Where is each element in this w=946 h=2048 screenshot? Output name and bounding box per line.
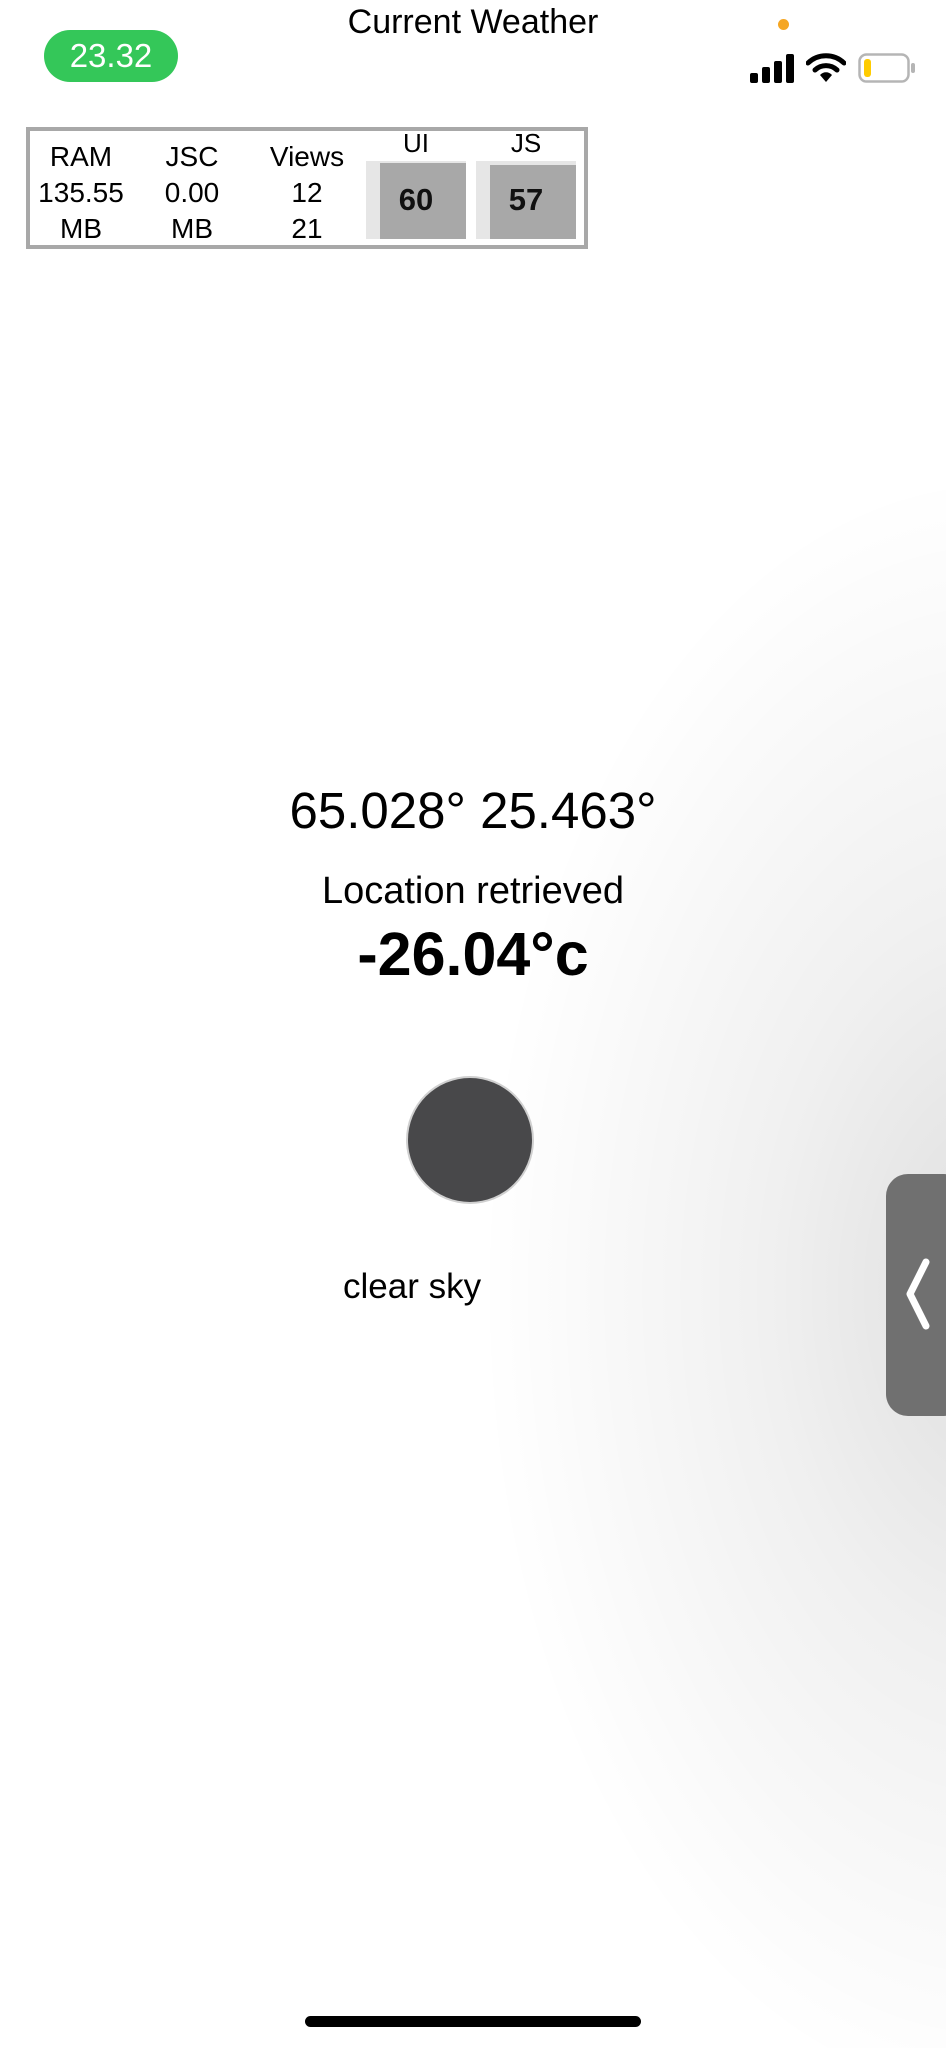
weather-icon xyxy=(408,1078,532,1202)
performance-monitor: RAM 135.55 MB JSC 0.00 MB Views 12 21 UI… xyxy=(26,127,588,249)
cellular-signal-icon xyxy=(750,53,794,83)
home-indicator[interactable] xyxy=(305,2016,641,2027)
perf-js-label: JS xyxy=(510,128,542,158)
perf-views-label: Views xyxy=(269,141,345,172)
perf-jsc-unit: MB xyxy=(171,213,213,244)
perf-js-fps-value: 57 xyxy=(508,182,544,217)
location-coordinates: 65.028° 25.463° xyxy=(289,782,657,839)
perf-js-fps-graph: 57 xyxy=(476,161,576,239)
perf-jsc: JSC 0.00 MB xyxy=(142,139,242,247)
wifi-icon xyxy=(806,53,846,82)
page-title: Current Weather xyxy=(347,3,599,41)
temperature-value: -26.04°c xyxy=(357,920,589,988)
perf-jsc-label: JSC xyxy=(165,141,219,172)
background-shade xyxy=(0,0,946,2048)
battery-low-icon xyxy=(858,53,915,83)
perf-views-value: 12 xyxy=(291,177,323,208)
perf-ram-unit: MB xyxy=(60,213,102,244)
perf-ui-fps-value: 60 xyxy=(398,182,434,217)
perf-jsc-value: 0.00 xyxy=(164,177,220,208)
weather-description: clear sky xyxy=(343,1267,482,1306)
perf-ui-label: UI xyxy=(403,128,429,158)
perf-views-value2: 21 xyxy=(291,213,323,244)
perf-ram-label: RAM xyxy=(49,141,113,172)
privacy-indicator-dot xyxy=(778,19,789,30)
perf-ui-fps-graph: 60 xyxy=(366,161,466,239)
perf-ram: RAM 135.55 MB xyxy=(30,139,132,247)
location-status: Location retrieved xyxy=(321,870,625,912)
perf-ram-value: 135.55 xyxy=(38,177,124,208)
chevron-left-icon xyxy=(906,1258,930,1330)
perf-views: Views 12 21 xyxy=(252,139,362,247)
side-drawer-handle[interactable] xyxy=(886,1174,946,1416)
